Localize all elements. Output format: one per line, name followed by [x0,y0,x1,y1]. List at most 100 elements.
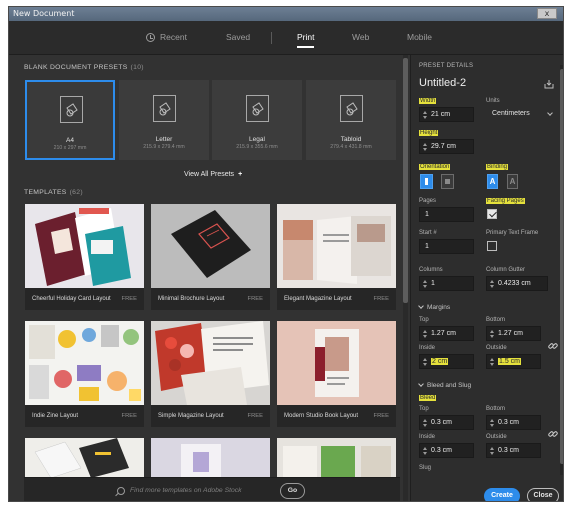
presets-pane: BLANK DOCUMENT PRESETS (10) A4 210 x 297 … [9,55,402,501]
bleed-bottom-value: 0.3 cm [498,419,520,426]
chevron-down-icon [547,110,553,116]
column-gutter-field[interactable]: 0.4233 cm [486,276,548,291]
right-to-left-binding-button[interactable]: A [507,174,518,189]
margin-inside-field[interactable]: 2 cm [419,354,474,369]
preset-tabloid[interactable]: Tabloid 279.4 x 431.8 mm [306,80,396,160]
width-value: 21 cm [431,111,451,118]
start-page-field[interactable]: 1 [419,239,474,254]
spinner-icon[interactable] [490,418,494,428]
units-label: Units [486,98,500,104]
spinner-icon[interactable] [423,110,427,120]
save-preset-icon[interactable] [544,80,554,89]
template-name: Minimal Brochure Layout [158,296,225,302]
width-field[interactable]: 21 cm [419,107,474,122]
template-card[interactable]: Simple Magazine Layout FREE [151,321,270,427]
margins-section-toggle[interactable]: Margins [418,303,450,311]
bleed-bottom-field[interactable]: 0.3 cm [486,415,541,430]
preset-details-header: PRESET DETAILS [419,63,474,69]
spinner-icon[interactable] [423,142,427,152]
document-preset-icon [246,95,269,122]
template-card[interactable]: Cheerful Holiday Card Layout FREE [25,204,144,310]
margin-bottom-field[interactable]: 1.27 cm [486,326,541,341]
document-preset-icon [340,95,363,122]
landscape-orientation-button[interactable] [441,174,454,189]
bleed-top-field[interactable]: 0.3 cm [419,415,474,430]
link-bleed-icon[interactable] [548,429,558,439]
spinner-icon[interactable] [490,446,494,456]
spinner-icon[interactable] [423,446,427,456]
details-scrollbar-thumb[interactable] [560,69,563,464]
template-price: FREE [373,413,389,419]
tab-recent[interactable]: Recent [146,32,187,42]
scrollbar-thumb[interactable] [403,58,408,303]
pages-field[interactable]: 1 [419,207,474,222]
template-card[interactable]: Modern Studio Book Layout FREE [277,321,396,427]
portrait-orientation-button[interactable] [420,174,433,189]
create-button[interactable]: Create [484,488,520,501]
template-card[interactable] [277,438,396,478]
margin-top-value: 1.27 cm [431,330,456,337]
template-card[interactable]: Indie Zine Layout FREE [25,321,144,427]
presets-scrollbar[interactable] [403,55,408,501]
preset-size: 215.9 x 279.4 mm [143,144,185,150]
tab-print-label: Print [297,32,315,42]
height-value: 29.7 cm [431,143,456,150]
tab-web[interactable]: Web [352,32,369,42]
tab-saved[interactable]: Saved [226,32,250,42]
template-thumbnail [25,204,144,288]
margin-outside-field[interactable]: 1.5 cm [486,354,541,369]
template-thumbnail [151,321,270,405]
spinner-icon[interactable] [490,329,494,339]
spinner-icon[interactable] [423,418,427,428]
close-button[interactable]: Close [527,488,559,501]
left-to-right-binding-button[interactable]: A [487,174,498,189]
template-card[interactable]: Minimal Brochure Layout FREE [151,204,270,310]
pages-value: 1 [425,211,429,218]
pages-label: Pages [419,198,437,204]
templates-count: (62) [69,189,83,196]
preset-legal[interactable]: Legal 215.9 x 355.6 mm [212,80,302,160]
template-caption: Indie Zine Layout FREE [25,405,144,427]
bleed-inside-field[interactable]: 0.3 cm [419,443,474,458]
new-document-dialog: New Document x Recent Saved Print Web Mo… [8,6,564,502]
bleed-outside-field[interactable]: 0.3 cm [486,443,541,458]
spinner-icon[interactable] [490,357,494,367]
spinner-icon[interactable] [423,329,427,339]
tab-saved-label: Saved [226,32,251,42]
bleed-top-label: Top [419,406,429,412]
search-input[interactable]: Find more templates on Adobe Stock [130,487,242,494]
template-card[interactable] [151,438,270,478]
tab-print[interactable]: Print [297,32,315,48]
tab-recent-label: Recent [160,32,187,42]
link-margins-icon[interactable] [548,341,558,351]
preset-name: A4 [66,137,74,144]
margin-outside-value: 1.5 cm [498,358,522,365]
preset-a4[interactable]: A4 210 x 297 mm [25,80,115,160]
primary-text-frame-checkbox[interactable] [487,241,497,251]
margin-top-field[interactable]: 1.27 cm [419,326,474,341]
tab-mobile[interactable]: Mobile [407,32,432,42]
details-scrollbar[interactable] [560,65,563,475]
height-field[interactable]: 29.7 cm [419,139,474,154]
preset-name: Letter [155,136,173,143]
window-close-button[interactable]: x [537,8,557,19]
units-select[interactable]: Centimeters [486,107,556,122]
binding-label: Binding [486,164,509,170]
template-card[interactable]: Elegant Magazine Layout FREE [277,204,396,310]
columns-field[interactable]: 1 [419,276,474,291]
template-thumbnail [277,204,396,288]
facing-pages-checkbox[interactable] [487,209,497,219]
chevron-down-icon [418,303,424,309]
go-button[interactable]: Go [280,483,305,499]
document-name-field[interactable]: Untitled-2 [419,77,466,89]
spinner-icon[interactable] [423,279,427,289]
preset-letter[interactable]: Letter 215.9 x 279.4 mm [119,80,209,160]
column-gutter-label: Column Gutter [486,267,526,273]
view-all-presets-link[interactable]: View All Presets + [184,171,242,178]
template-card[interactable] [25,438,144,478]
template-price: FREE [121,296,137,302]
bleed-and-slug-section-toggle[interactable]: Bleed and Slug [418,381,471,389]
spinner-icon[interactable] [490,279,494,289]
margin-top-label: Top [419,317,429,323]
spinner-icon[interactable] [423,357,427,367]
